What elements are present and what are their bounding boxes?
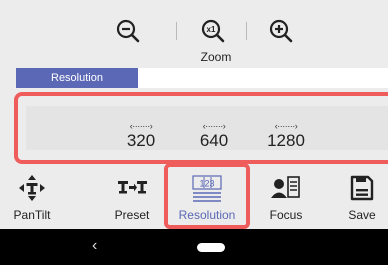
- system-navbar: ‹: [0, 229, 388, 265]
- resolution-icon: 123: [192, 175, 222, 202]
- zoom-label: Zoom: [200, 50, 232, 64]
- tool-pantilt[interactable]: PanTilt: [2, 168, 62, 226]
- zoom-bar: x1 Zoom: [0, 0, 388, 68]
- tool-label: Focus: [269, 208, 303, 222]
- zoom-separator: [246, 22, 247, 40]
- resolution-icon-glyph: 123: [199, 179, 214, 189]
- resolution-option-320[interactable]: ‹·······› 320: [116, 120, 166, 150]
- tool-focus[interactable]: Focus: [256, 168, 316, 226]
- tool-preset[interactable]: Preset: [102, 168, 162, 226]
- tool-label: Preset: [114, 208, 150, 222]
- resolution-options: ‹·······› 320 ‹·······› 640 ‹·······› 12…: [26, 106, 388, 150]
- tool-save[interactable]: Save: [336, 168, 388, 226]
- tool-resolution[interactable]: 123 Resolution: [168, 168, 246, 226]
- focus-icon: [271, 176, 300, 198]
- resolution-value: 640: [199, 131, 229, 150]
- resolution-option-640[interactable]: ‹·······› 640: [189, 120, 239, 150]
- zoom-in-icon[interactable]: [268, 18, 294, 44]
- back-chevron-icon[interactable]: ‹: [92, 237, 97, 255]
- resolution-value: 320: [126, 131, 156, 150]
- resolution-panel: ‹·······› 320 ‹·······› 640 ‹·······› 12…: [14, 92, 388, 164]
- zoom-separator: [176, 22, 177, 40]
- save-icon: [350, 175, 374, 201]
- resolution-option-1280[interactable]: ‹·······› 1280: [261, 120, 311, 150]
- zoom-reset-x1-icon[interactable]: x1: [200, 18, 226, 44]
- home-pill-icon[interactable]: [197, 243, 225, 252]
- pantilt-icon: [19, 175, 45, 201]
- tool-label: Save: [348, 208, 376, 222]
- preset-icon: [118, 181, 147, 194]
- resolution-value: 1280: [267, 131, 305, 150]
- tab-strip: Resolution: [0, 68, 388, 88]
- bottom-toolbar: PanTilt Preset 123 Resolution Focus Save: [0, 168, 388, 226]
- tab-resolution[interactable]: Resolution: [16, 68, 138, 88]
- tab-strip-fill: [138, 68, 388, 88]
- zoom-out-icon[interactable]: [115, 18, 141, 44]
- tool-label: Resolution: [178, 208, 236, 222]
- zoom-reset-badge: x1: [207, 25, 216, 34]
- tool-label: PanTilt: [13, 208, 51, 222]
